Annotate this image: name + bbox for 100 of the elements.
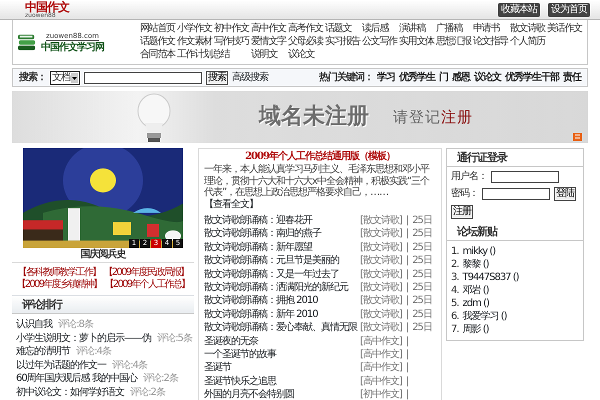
featured-link[interactable]: 【2009年度民政局报】: [103, 267, 189, 279]
header-button[interactable]: 收藏本站: [498, 2, 540, 16]
list-number: 6.: [451, 310, 459, 324]
search-field[interactable]: [84, 72, 202, 84]
keyword-link[interactable]: 优秀学生: [399, 72, 435, 84]
category-link[interactable]: [高中作文]: [360, 334, 402, 348]
category-link[interactable]: [散文诗歌]: [360, 254, 402, 268]
category-link[interactable]: [高中作文]: [360, 374, 402, 388]
article-link[interactable]: 散文诗歌朗诵稿：元旦节是美丽的: [204, 254, 339, 268]
nav-link[interactable]: 论文指导: [473, 35, 509, 48]
forum-post-link[interactable]: 黎黎 (): [462, 258, 489, 272]
article-date: 25日: [412, 254, 432, 268]
article-link[interactable]: 外国的月亮不会特别圆: [204, 388, 294, 400]
category-link[interactable]: [散文诗歌]: [360, 294, 402, 308]
nav-link[interactable]: 工作计划总结: [177, 48, 250, 61]
nav-link[interactable]: 公文写作: [362, 35, 398, 48]
category-link[interactable]: [高中作文]: [360, 361, 402, 375]
nav-link[interactable]: 合同范本: [140, 48, 176, 61]
keyword-link[interactable]: 门: [439, 72, 448, 84]
ranking-link[interactable]: 难忘的清明节: [16, 346, 70, 358]
forum-post-link[interactable]: T9447S837 (): [462, 271, 519, 284]
nav-link[interactable]: 作文素材: [177, 35, 213, 48]
nav-link[interactable]: 初中作文: [214, 22, 250, 35]
category-link[interactable]: [散文诗歌]: [360, 214, 402, 228]
nav-link[interactable]: 网站首页: [140, 22, 176, 35]
article-link[interactable]: 圣诞夜的无奈: [204, 334, 258, 348]
register-prompt[interactable]: 请登记注册: [393, 108, 473, 126]
category-link[interactable]: [散文诗歌]: [360, 268, 402, 282]
ranking-link[interactable]: 认识自我: [16, 319, 52, 330]
forum-post-link[interactable]: mikky (): [462, 245, 496, 258]
nav-link[interactable]: 演讲稿: [399, 22, 435, 35]
nav-link[interactable]: 高考作文: [288, 22, 324, 35]
article-link[interactable]: 散文诗歌朗诵稿：新年 2010: [204, 308, 318, 322]
article-link[interactable]: 散文诗歌朗诵稿：又是一年过去了: [204, 268, 339, 282]
ranking-link[interactable]: 小学生说明文：萝卜的启示——伪: [16, 332, 151, 344]
register-button[interactable]: 注册: [451, 205, 473, 220]
article-date: 25日: [412, 227, 432, 241]
category-link[interactable]: [散文诗歌]: [360, 227, 402, 241]
nav-link[interactable]: 话题作文: [140, 35, 176, 48]
article-date: 25日: [412, 321, 432, 335]
category-link[interactable]: [初中作文]: [360, 388, 402, 400]
article-link[interactable]: 一个圣诞节的故事: [204, 348, 276, 362]
search-button[interactable]: 搜索: [206, 70, 228, 84]
nav-link[interactable]: 小学作文: [177, 22, 213, 35]
keyword-link[interactable]: 感恩: [452, 72, 470, 84]
nav-link[interactable]: 爱情文字: [251, 35, 287, 48]
featured-link[interactable]: 【各科教师教学工作】: [17, 267, 100, 279]
nav-link[interactable]: 广播稿: [436, 22, 472, 35]
article-link[interactable]: 散文诗歌朗诵稿：洒满阳光的新纪元: [204, 281, 348, 294]
nav-link[interactable]: 写作技巧: [214, 35, 250, 48]
section-title: 通行证登录: [447, 149, 583, 168]
ranking-link[interactable]: 初中议论文：如何学好语文: [16, 386, 124, 398]
keyword-link[interactable]: 优秀学生干部: [505, 72, 559, 84]
nav-link[interactable]: 个人简历: [510, 35, 546, 48]
article-link[interactable]: 圣诞节快乐之追思: [204, 374, 276, 388]
search-select[interactable]: 文档: [50, 70, 80, 84]
article-link[interactable]: 散文诗歌朗诵稿：爱心奉献、真情无限: [204, 321, 357, 335]
keyword-link[interactable]: 学习: [377, 72, 395, 84]
nav-link[interactable]: 父母必读: [288, 35, 324, 48]
ranking-link[interactable]: 60周年国庆观后感 我的中国心: [16, 373, 137, 384]
article-link[interactable]: 散文诗歌朗诵稿：拥抱 2010: [204, 294, 318, 308]
nav-link[interactable]: 议论文: [288, 48, 324, 61]
ranking-link[interactable]: 以过年为话题的作文一: [16, 360, 106, 371]
nav-link[interactable]: 高中作文: [251, 22, 287, 35]
article-link[interactable]: 圣诞节: [204, 361, 231, 375]
category-link[interactable]: [散文诗歌]: [360, 321, 402, 335]
keyword-link[interactable]: 责任: [563, 72, 581, 84]
nav-link[interactable]: 说明文: [251, 48, 287, 61]
nav-link[interactable]: 申请书: [473, 22, 509, 35]
nav-link[interactable]: 实用文体: [399, 35, 435, 48]
article-link[interactable]: 散文诗歌朗诵稿：南归的燕子: [204, 227, 321, 241]
nav-link[interactable]: 话题文: [325, 22, 361, 35]
article-link[interactable]: 散文诗歌朗诵稿：迎春花开: [204, 214, 312, 228]
nav-link[interactable]: 散文诗歌: [510, 22, 546, 35]
nav-link[interactable]: 读后感: [362, 22, 398, 35]
read-more-link[interactable]: 【查看全文】: [204, 198, 258, 210]
featured-link[interactable]: 【2009年个人工作总】: [104, 279, 190, 291]
login-button[interactable]: 登陆: [554, 187, 576, 202]
category-link[interactable]: [散文诗歌]: [360, 281, 402, 294]
article-link[interactable]: 散文诗歌朗诵稿：新年愿望: [204, 240, 312, 254]
logo[interactable]: 中国作文: [25, 0, 69, 12]
username-field[interactable]: [491, 171, 559, 184]
password-field[interactable]: [482, 188, 550, 200]
forum-post-link[interactable]: zdm (): [462, 297, 489, 310]
category-link[interactable]: [散文诗歌]: [360, 240, 402, 254]
list-number: 1.: [451, 245, 459, 258]
article-title[interactable]: 2009年个人工作总结通用版（模板）: [204, 150, 436, 164]
keyword-link[interactable]: 议论文: [474, 72, 501, 84]
forum-post-link[interactable]: 周影 (): [462, 323, 489, 336]
nav-link[interactable]: 思想汇报: [436, 35, 472, 48]
header-button[interactable]: 设为首页: [548, 2, 590, 16]
nav-link[interactable]: 美话作文: [547, 22, 583, 35]
forum-post-link[interactable]: 我爱学习 (): [462, 310, 507, 324]
featured-link[interactable]: 【2009年度乡镇精神】: [16, 279, 102, 291]
category-link[interactable]: [散文诗歌]: [360, 308, 402, 322]
category-link[interactable]: [高中作文]: [360, 348, 402, 362]
article-summary: 一年来，本人能认真学习马列主义、毛泽东思想和邓小平理论，贯彻十六大和十六大x中全会精神，积极实践“三个代表”，在思想上政治思想严格要求自己，…… 【查看全文】: [204, 164, 430, 210]
advanced-search-link[interactable]: 高级搜索: [232, 72, 268, 84]
nav-link[interactable]: 实习报告: [325, 35, 361, 48]
forum-post-link[interactable]: 邓岩 (): [462, 284, 489, 298]
